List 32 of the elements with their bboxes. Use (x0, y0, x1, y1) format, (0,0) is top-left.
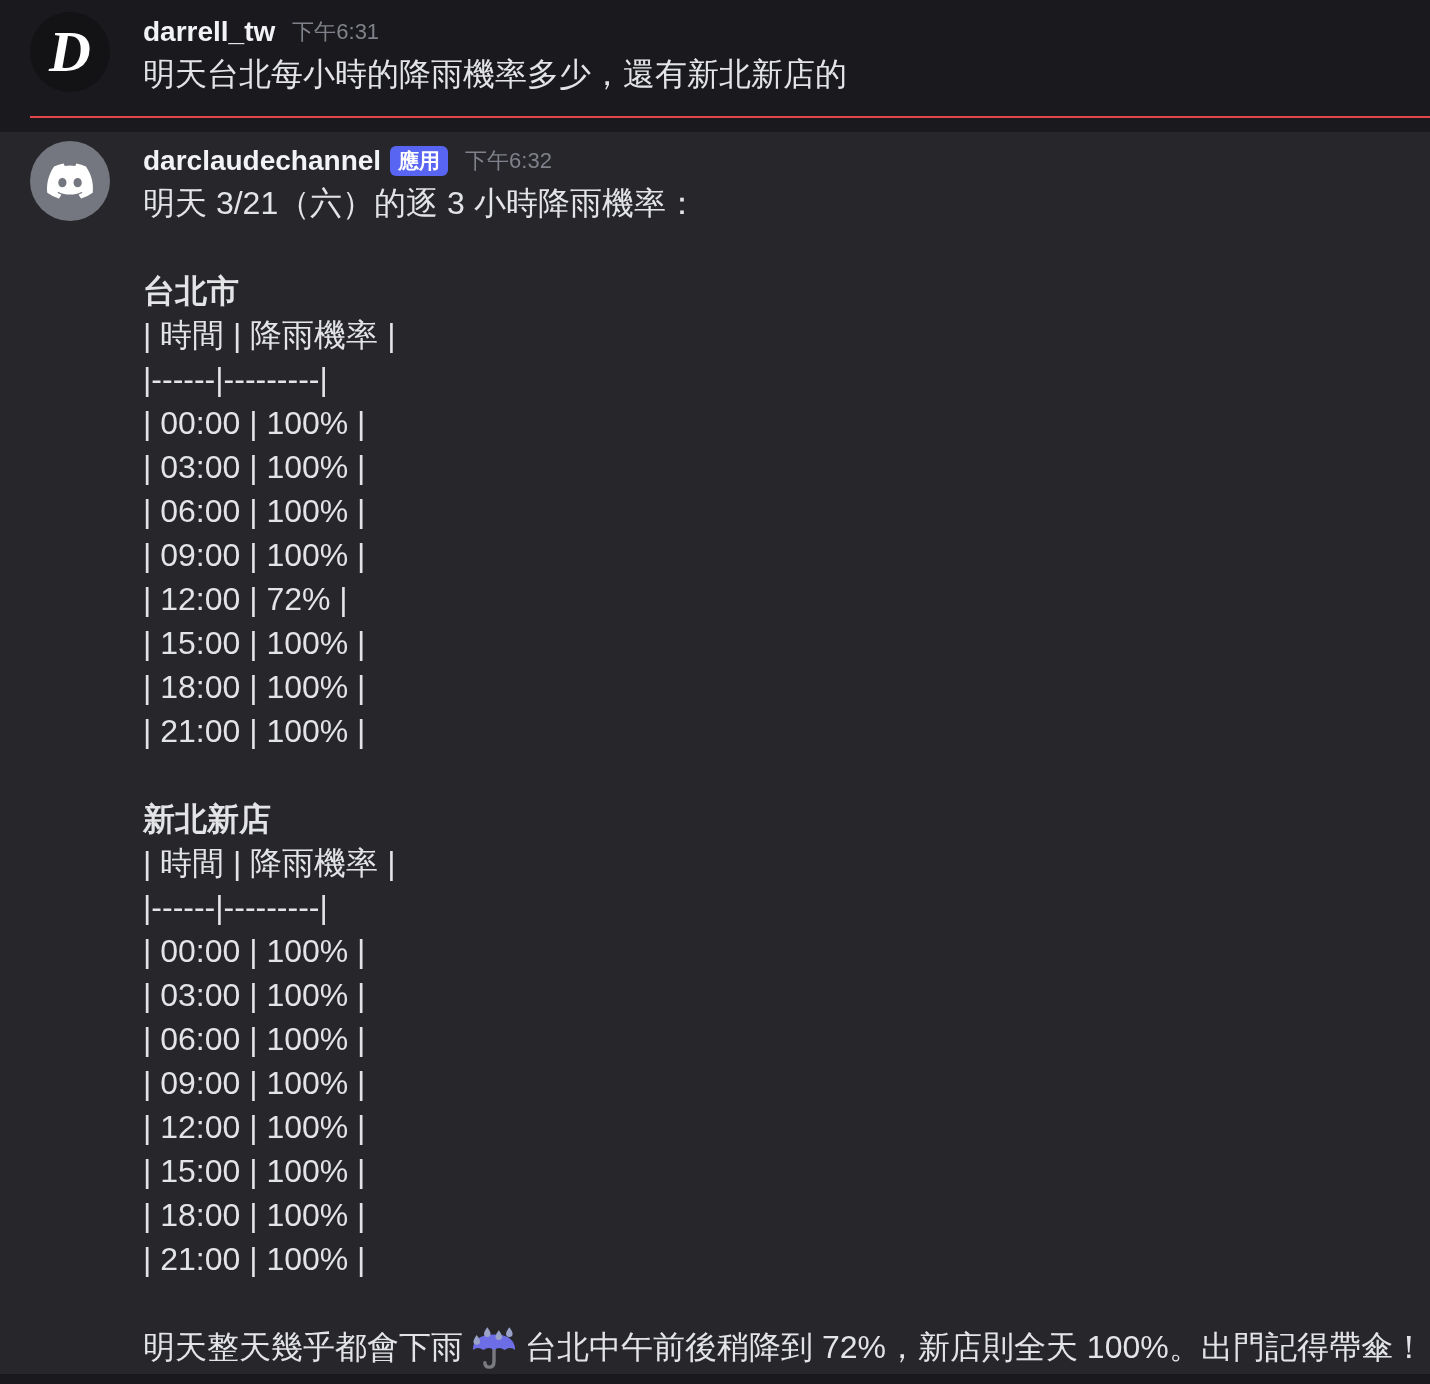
message-text: | 00:00 | 100% | (143, 932, 366, 971)
message-text: | 12:00 | 72% | (143, 580, 348, 619)
username[interactable]: darclaudechannel (143, 147, 382, 175)
message-text: | 15:00 | 100% | (143, 1152, 366, 1191)
username[interactable]: darrell_tw (143, 18, 276, 46)
message-text: | 21:00 | 100% | (143, 712, 366, 751)
message-text: | 03:00 | 100% | (143, 448, 366, 487)
app-badge: 應用 (390, 146, 449, 176)
message-timestamp: 下午6:32 (465, 150, 552, 172)
message-text: | 09:00 | 100% | (143, 1064, 366, 1103)
message-text: 明天 3/21（六）的逐 3 小時降雨機率： (143, 184, 698, 223)
message-text: | 21:00 | 100% | (143, 1240, 366, 1279)
message-timestamp: 下午6:31 (292, 21, 380, 43)
message-text: |------|---------| (143, 360, 328, 399)
message-text: | 12:00 | 100% | (143, 1108, 366, 1147)
message-text: 台北中午前後稍降到 72%，新店則全天 100%。出門記得帶傘！ (525, 1328, 1425, 1367)
message-heading: 台北市 (143, 272, 239, 311)
message-text: | 時間 | 降雨機率 | (143, 316, 396, 355)
message-text: | 03:00 | 100% | (143, 976, 366, 1015)
message-text: | 18:00 | 100% | (143, 668, 366, 707)
message-text: 明天台北每小時的降雨機率多少，還有新北新店的 (143, 55, 847, 94)
message-text: | 時間 | 降雨機率 | (143, 844, 396, 883)
message-text: | 00:00 | 100% | (143, 404, 366, 443)
message-text: | 15:00 | 100% | (143, 624, 366, 663)
message-text: | 18:00 | 100% | (143, 1196, 366, 1235)
message-text: | 06:00 | 100% | (143, 492, 366, 531)
user-avatar[interactable]: D (30, 12, 110, 92)
message-text: 明天整天幾乎都會下雨 (143, 1328, 463, 1367)
message-heading: 新北新店 (143, 800, 271, 839)
message-text: | 09:00 | 100% | (143, 536, 366, 575)
message-text: |------|---------| (143, 888, 328, 927)
message-text: | 06:00 | 100% | (143, 1020, 366, 1059)
